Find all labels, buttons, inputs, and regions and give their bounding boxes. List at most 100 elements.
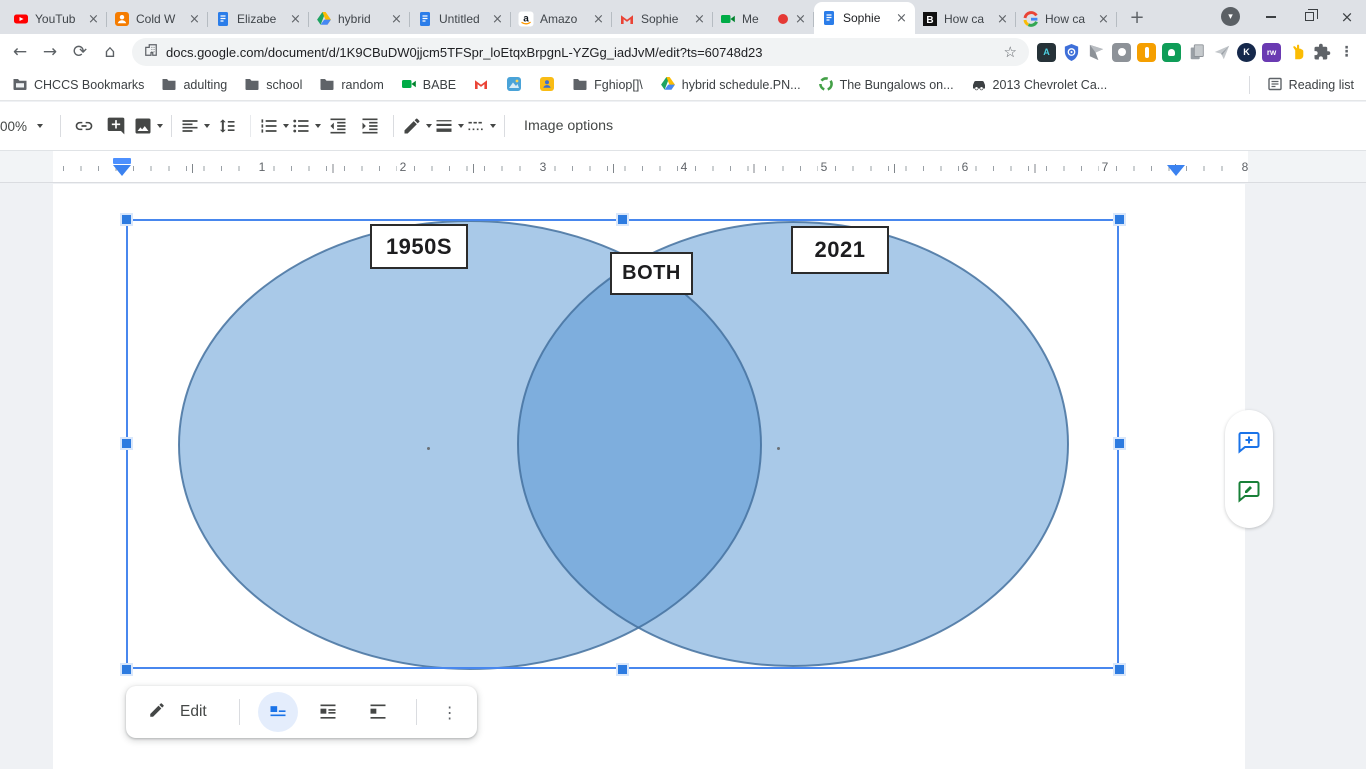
bookmark-app-blue[interactable] (506, 76, 522, 95)
back-button[interactable]: ← (6, 38, 34, 66)
left-indent-marker[interactable] (113, 165, 131, 176)
bulleted-list-button[interactable] (290, 111, 322, 141)
border-dash-button[interactable] (465, 111, 497, 141)
minimize-button[interactable] (1252, 0, 1290, 33)
read-write-extension-icon[interactable]: rw (1262, 42, 1281, 62)
tab-search-button[interactable]: ▾ (1221, 7, 1240, 26)
bookmark-bungalows[interactable]: The Bungalows on... (818, 76, 954, 95)
bookmark-babe[interactable]: BABE (401, 76, 456, 95)
folder-icon (161, 76, 177, 95)
bookmark-chevrolet[interactable]: 2013 Chevrolet Ca... (971, 76, 1107, 95)
tab-close-icon[interactable]: × (794, 12, 807, 27)
bookmark-label: Fghiop[]\ (594, 78, 643, 92)
bookmark-chccs[interactable]: CHCCS Bookmarks (12, 76, 144, 95)
tab-youtube[interactable]: YouTub × (6, 4, 107, 34)
kami-extension-icon[interactable]: K (1237, 42, 1256, 62)
browser-menu-icon[interactable]: ⋮ (1337, 43, 1356, 62)
copy-extension-icon[interactable] (1187, 43, 1206, 62)
tab-elizabe[interactable]: Elizabe × (208, 4, 309, 34)
classroom-extension-icon[interactable] (1162, 42, 1181, 62)
insert-link-button[interactable] (68, 111, 100, 141)
edit-button[interactable]: Edit (180, 703, 207, 721)
extensions-puzzle-icon[interactable] (1312, 43, 1331, 62)
increase-indent-button[interactable] (354, 111, 386, 141)
ruler[interactable]: 1 2 3 4 5 6 7 8 (0, 151, 1366, 182)
align-button[interactable] (179, 111, 211, 141)
resize-handle-bottom-middle[interactable] (616, 663, 629, 676)
wrap-text-button[interactable] (308, 692, 348, 732)
site-info-icon[interactable] (144, 43, 158, 62)
bookmark-fghiop[interactable]: Fghiop[]\ (572, 76, 643, 95)
bookmark-gmail[interactable] (473, 76, 489, 95)
home-button[interactable]: ⌂ (96, 38, 124, 66)
tab-close-icon[interactable]: × (1097, 12, 1110, 27)
tab-hybrid[interactable]: hybrid × (309, 4, 410, 34)
right-indent-marker[interactable] (1167, 165, 1185, 176)
add-comment-icon[interactable] (1237, 430, 1261, 459)
tab-gmail-sophie[interactable]: Sophie × (612, 4, 713, 34)
tab-title: How ca (1045, 12, 1086, 26)
border-weight-button[interactable] (433, 111, 465, 141)
resize-handle-top-middle[interactable] (616, 213, 629, 226)
tab-close-icon[interactable]: × (592, 12, 605, 27)
zoom-control[interactable]: 00% (0, 119, 53, 134)
bookmark-hybrid-schedule[interactable]: hybrid schedule.PN... (660, 76, 801, 95)
address-bar[interactable]: docs.google.com/document/d/1K9CBuDW0jjcm… (132, 38, 1029, 66)
border-color-button[interactable] (401, 111, 433, 141)
tab-close-icon[interactable]: × (996, 12, 1009, 27)
tab-close-icon[interactable]: × (390, 12, 403, 27)
bookmark-app-yellow[interactable] (539, 76, 555, 95)
reload-button[interactable]: ⟳ (66, 38, 94, 66)
tab-close-icon[interactable]: × (87, 12, 100, 27)
hand-extension-icon[interactable] (1287, 43, 1306, 62)
image-options-button[interactable]: Image options (524, 118, 613, 134)
suggest-edits-icon[interactable] (1237, 479, 1261, 508)
add-comment-button[interactable] (100, 111, 132, 141)
resize-handle-middle-left[interactable] (120, 437, 133, 450)
chevron-down-icon (283, 124, 290, 128)
tab-untitled[interactable]: Untitled × (410, 4, 511, 34)
lightbulb-extension-icon[interactable] (1112, 42, 1131, 62)
restore-button[interactable] (1290, 0, 1328, 33)
numbered-list-button[interactable] (258, 111, 290, 141)
tab-sophie-active[interactable]: Sophie × (814, 2, 915, 34)
close-window-button[interactable]: × (1328, 0, 1366, 33)
reading-list-button[interactable]: Reading list (1267, 76, 1354, 95)
tab-close-icon[interactable]: × (188, 12, 201, 27)
tab-meet[interactable]: Me × (713, 4, 814, 34)
insert-image-button[interactable] (132, 111, 164, 141)
line-spacing-button[interactable] (211, 111, 243, 141)
break-text-button[interactable] (358, 692, 398, 732)
bookmark-adulting[interactable]: adulting (161, 76, 227, 95)
forward-button[interactable]: → (36, 38, 64, 66)
resize-handle-bottom-right[interactable] (1113, 663, 1126, 676)
bookmark-random[interactable]: random (319, 76, 384, 95)
bookmark-school[interactable]: school (244, 76, 302, 95)
resize-handle-top-left[interactable] (120, 213, 133, 226)
ruler-number: 3 (537, 160, 549, 174)
resize-handle-middle-right[interactable] (1113, 437, 1126, 450)
more-options-icon[interactable]: ⋮ (435, 703, 465, 722)
first-line-indent-marker[interactable] (113, 158, 131, 164)
paper-plane-extension-icon[interactable] (1212, 43, 1231, 62)
decrease-indent-button[interactable] (322, 111, 354, 141)
url-text[interactable]: docs.google.com/document/d/1K9CBuDW0jjcm… (166, 45, 996, 60)
tab-close-icon[interactable]: × (693, 12, 706, 27)
resize-handle-bottom-left[interactable] (120, 663, 133, 676)
tab-cold-w[interactable]: Cold W × (107, 4, 208, 34)
tab-close-icon[interactable]: × (895, 11, 908, 26)
shield-extension-icon[interactable] (1062, 43, 1081, 62)
resize-handle-top-right[interactable] (1113, 213, 1126, 226)
tab-how-ca-google[interactable]: How ca × (1016, 4, 1117, 34)
torch-extension-icon[interactable] (1137, 42, 1156, 62)
venn-label-2021: 2021 (791, 226, 889, 274)
tab-close-icon[interactable]: × (491, 12, 504, 27)
flag-extension-icon[interactable] (1087, 43, 1106, 62)
extension-a-icon[interactable]: A (1037, 42, 1056, 62)
tab-close-icon[interactable]: × (289, 12, 302, 27)
tab-amazon[interactable]: a Amazo × (511, 4, 612, 34)
bookmark-star-icon[interactable]: ☆ (1004, 43, 1017, 61)
tab-how-ca-bing[interactable]: B How ca × (915, 4, 1016, 34)
wrap-inline-button[interactable] (257, 692, 298, 732)
new-tab-button[interactable]: + (1123, 3, 1151, 31)
